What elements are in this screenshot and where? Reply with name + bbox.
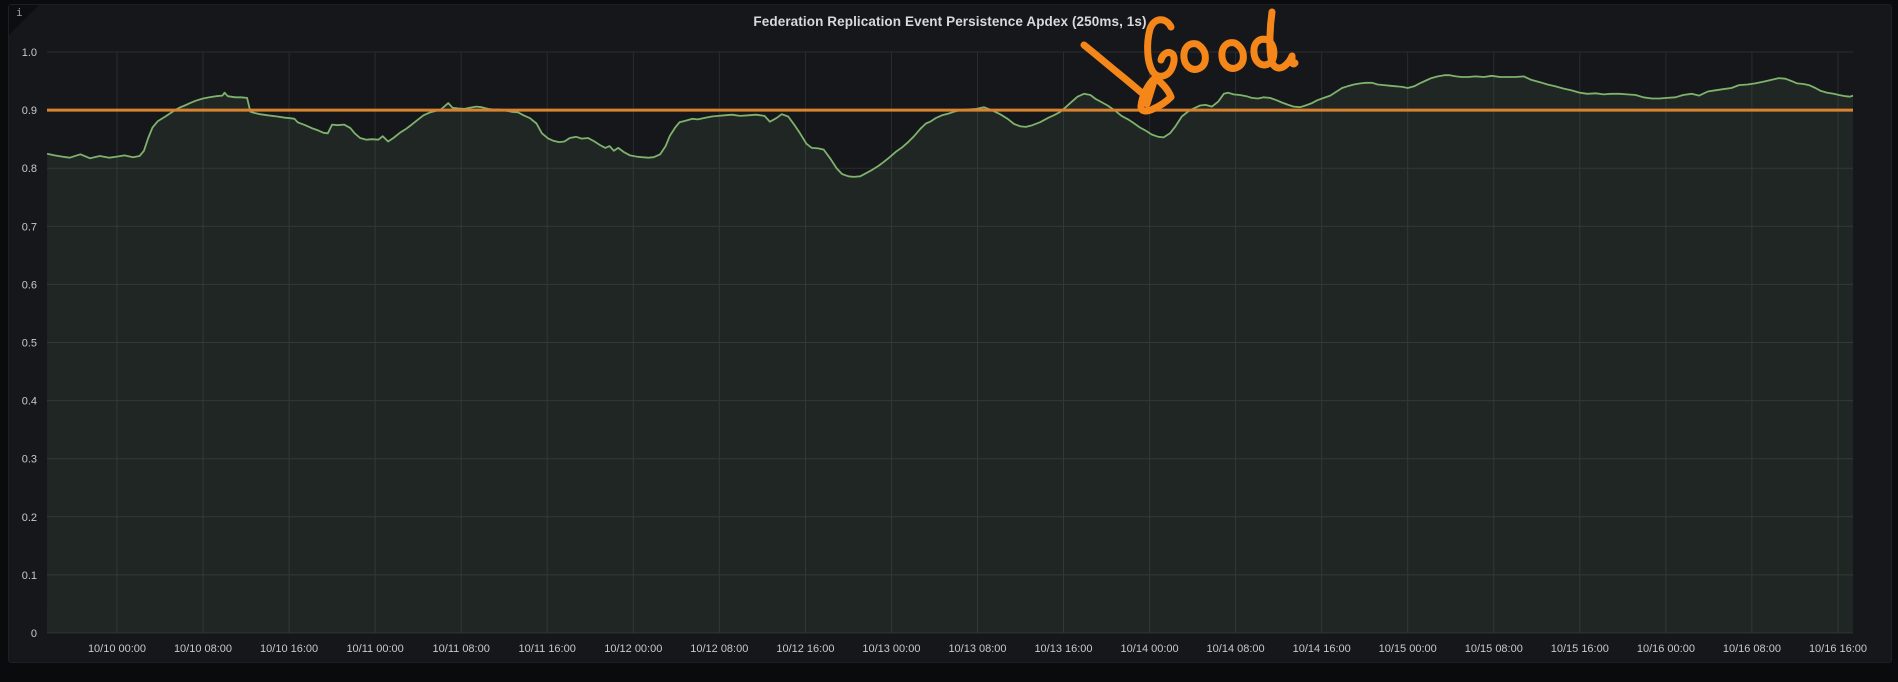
x-tick-label: 10/10 08:00 [174, 643, 232, 655]
x-tick-label: 10/15 00:00 [1379, 643, 1437, 655]
x-tick-label: 10/16 08:00 [1723, 643, 1781, 655]
x-tick-label: 10/10 16:00 [260, 643, 318, 655]
x-tick-label: 10/14 00:00 [1121, 643, 1179, 655]
x-tick-label: 10/12 16:00 [776, 643, 834, 655]
series-fill-apdex [47, 75, 1853, 633]
x-tick-label: 10/10 00:00 [88, 643, 146, 655]
y-tick-label: 0.8 [22, 163, 37, 175]
x-tick-label: 10/13 16:00 [1034, 643, 1092, 655]
x-tick-label: 10/15 16:00 [1551, 643, 1609, 655]
x-tick-label: 10/11 08:00 [433, 643, 490, 655]
series-area [47, 75, 1853, 633]
dashboard-page: i Federation Replication Event Persisten… [0, 0, 1898, 682]
x-tick-label: 10/16 00:00 [1637, 643, 1695, 655]
y-tick-label: 0.4 [22, 396, 37, 408]
x-tick-label: 10/14 08:00 [1207, 643, 1265, 655]
x-tick-label: 10/14 16:00 [1293, 643, 1351, 655]
y-tick-label: 0.3 [22, 454, 37, 466]
x-tick-label: 10/11 00:00 [346, 643, 403, 655]
x-tick-label: 10/11 16:00 [519, 643, 576, 655]
x-tick-label: 10/16 16:00 [1809, 643, 1867, 655]
y-tick-label: 0.2 [22, 512, 37, 524]
x-tick-label: 10/13 08:00 [948, 643, 1006, 655]
y-axis-labels: 1.0 0.9 0.8 0.7 0.6 0.5 0.4 0.3 0.2 0.1 0 [22, 47, 37, 640]
x-tick-label: 10/15 08:00 [1465, 643, 1523, 655]
x-tick-label: 10/12 08:00 [690, 643, 748, 655]
y-tick-label: 0 [31, 628, 37, 640]
x-tick-label: 10/13 00:00 [862, 643, 920, 655]
y-tick-label: 0.7 [22, 221, 37, 233]
x-tick-label: 10/12 00:00 [604, 643, 662, 655]
y-tick-label: 1.0 [22, 47, 37, 59]
y-tick-label: 0.1 [22, 570, 37, 582]
x-axis-labels: 10/10 00:00 10/10 08:00 10/10 16:00 10/11 0… [88, 643, 1867, 655]
y-tick-label: 0.6 [22, 279, 37, 291]
y-tick-label: 0.5 [22, 338, 37, 350]
time-series-chart[interactable]: 1.0 0.9 0.8 0.7 0.6 0.5 0.4 0.3 0.2 0.1 0 10/10 00… [0, 0, 1898, 682]
y-tick-label: 0.9 [22, 105, 37, 117]
